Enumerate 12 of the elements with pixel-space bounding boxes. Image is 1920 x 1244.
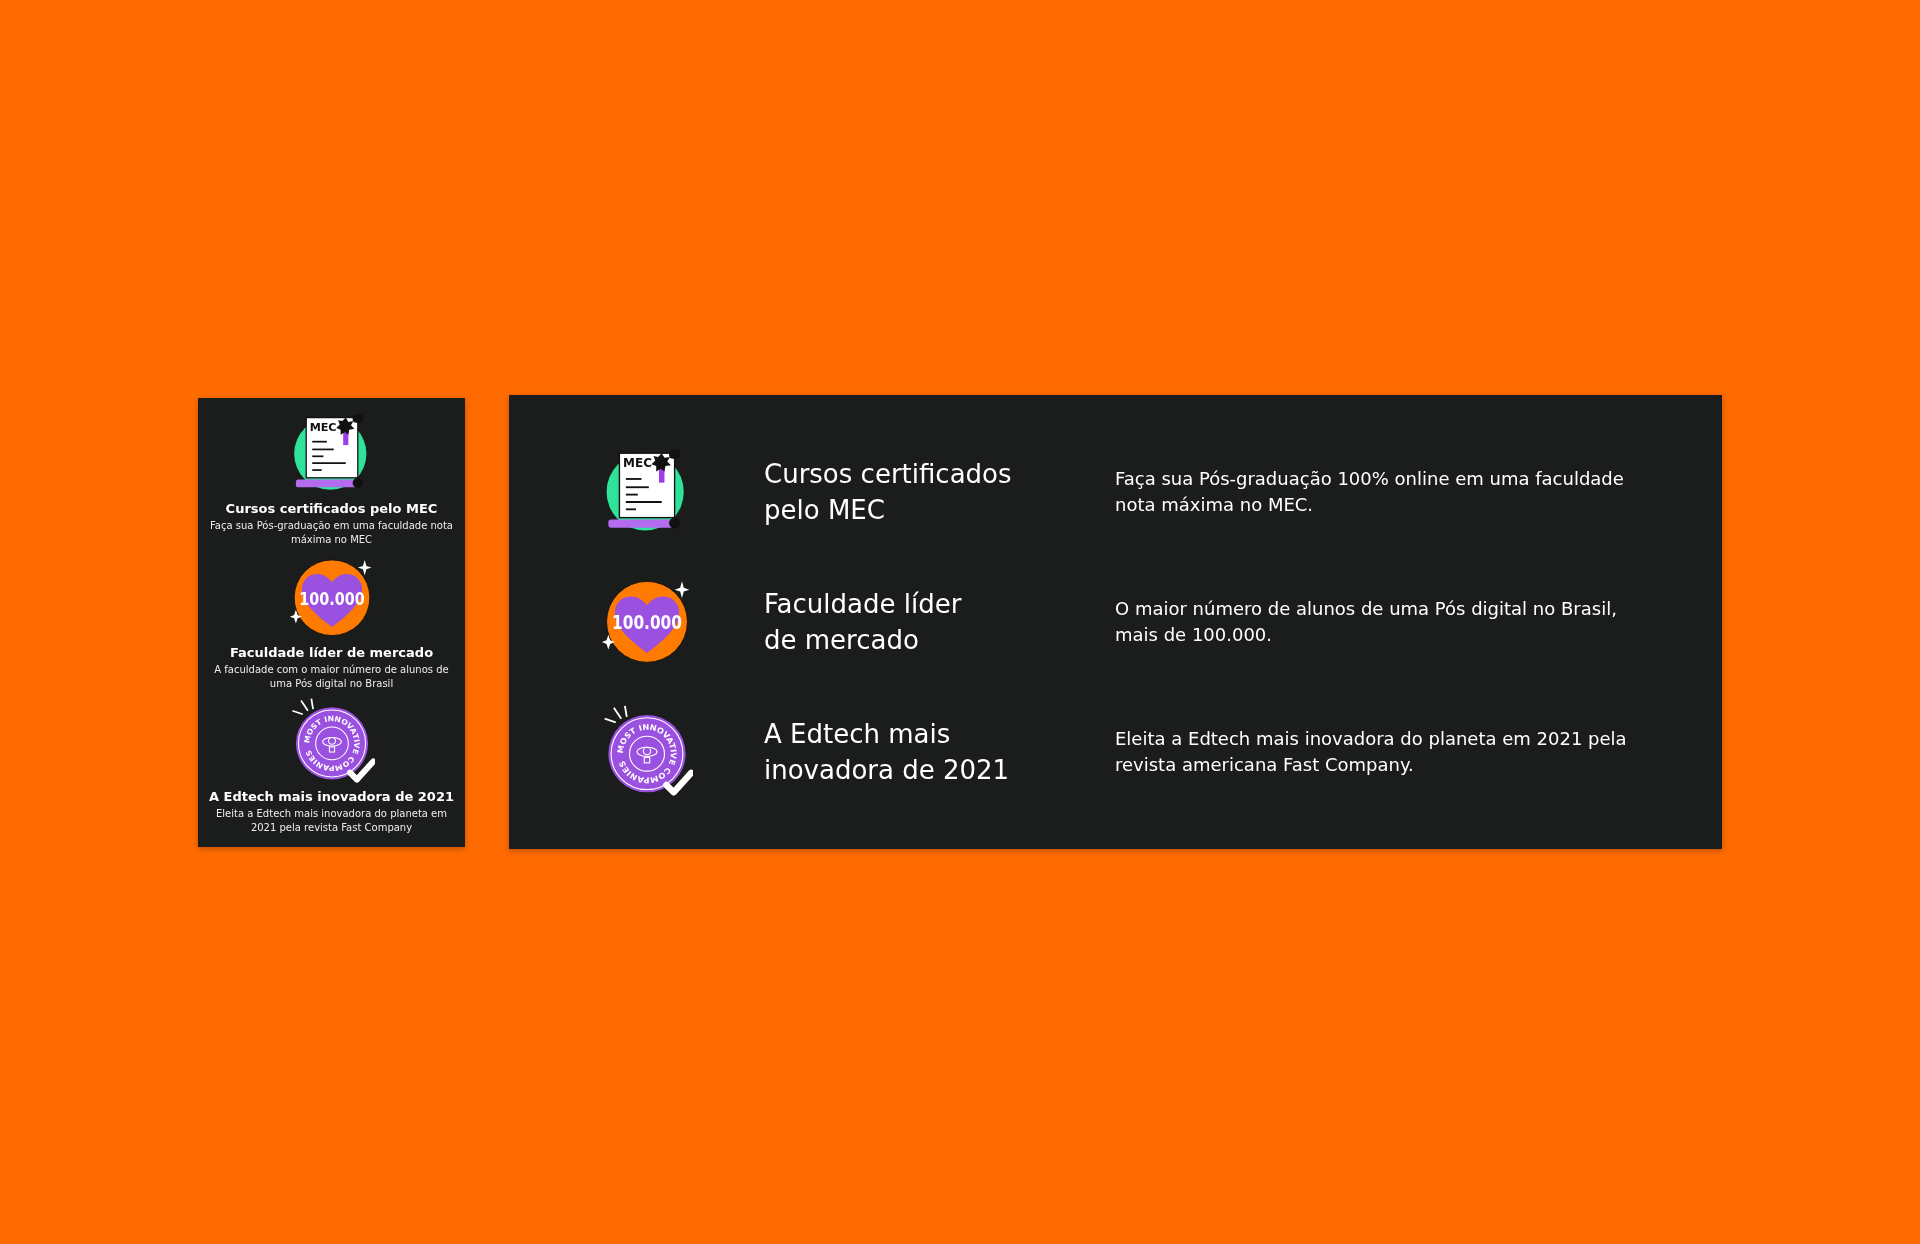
feature-title: Faculdade líder de mercado — [764, 588, 962, 657]
feature-title: Faculdade líder de mercado — [229, 645, 434, 660]
feature-title: Cursos certificados pelo MEC — [225, 501, 438, 516]
feature-description: A faculdade com o maior número de alunos de uma Pós digital no Brasil — [213, 663, 450, 691]
feature-description: O maior número de alunos de uma Pós digital no Brasil, mais de 100.000. — [1115, 597, 1618, 647]
feature-description: Faça sua Pós-graduação 100% online em uma faculdade nota máxima no MEC. — [1115, 467, 1625, 517]
feature-title: Cursos certificados pelo MEC — [764, 458, 1012, 527]
feature-description: Eleita a Edtech mais inovadora do planeta em 2021 pela revista Fast Company — [215, 807, 448, 835]
feature-title: A Edtech mais inovadora de 2021 — [209, 789, 454, 804]
feature-description: Eleita a Edtech mais inovadora do planeta em 2021 pela revista americana Fast Company. — [1115, 727, 1628, 777]
feature-description: Faça sua Pós-graduação em uma faculdade nota máxima no MEC — [209, 519, 454, 547]
feature-title: A Edtech mais inovadora de 2021 — [764, 718, 1010, 787]
